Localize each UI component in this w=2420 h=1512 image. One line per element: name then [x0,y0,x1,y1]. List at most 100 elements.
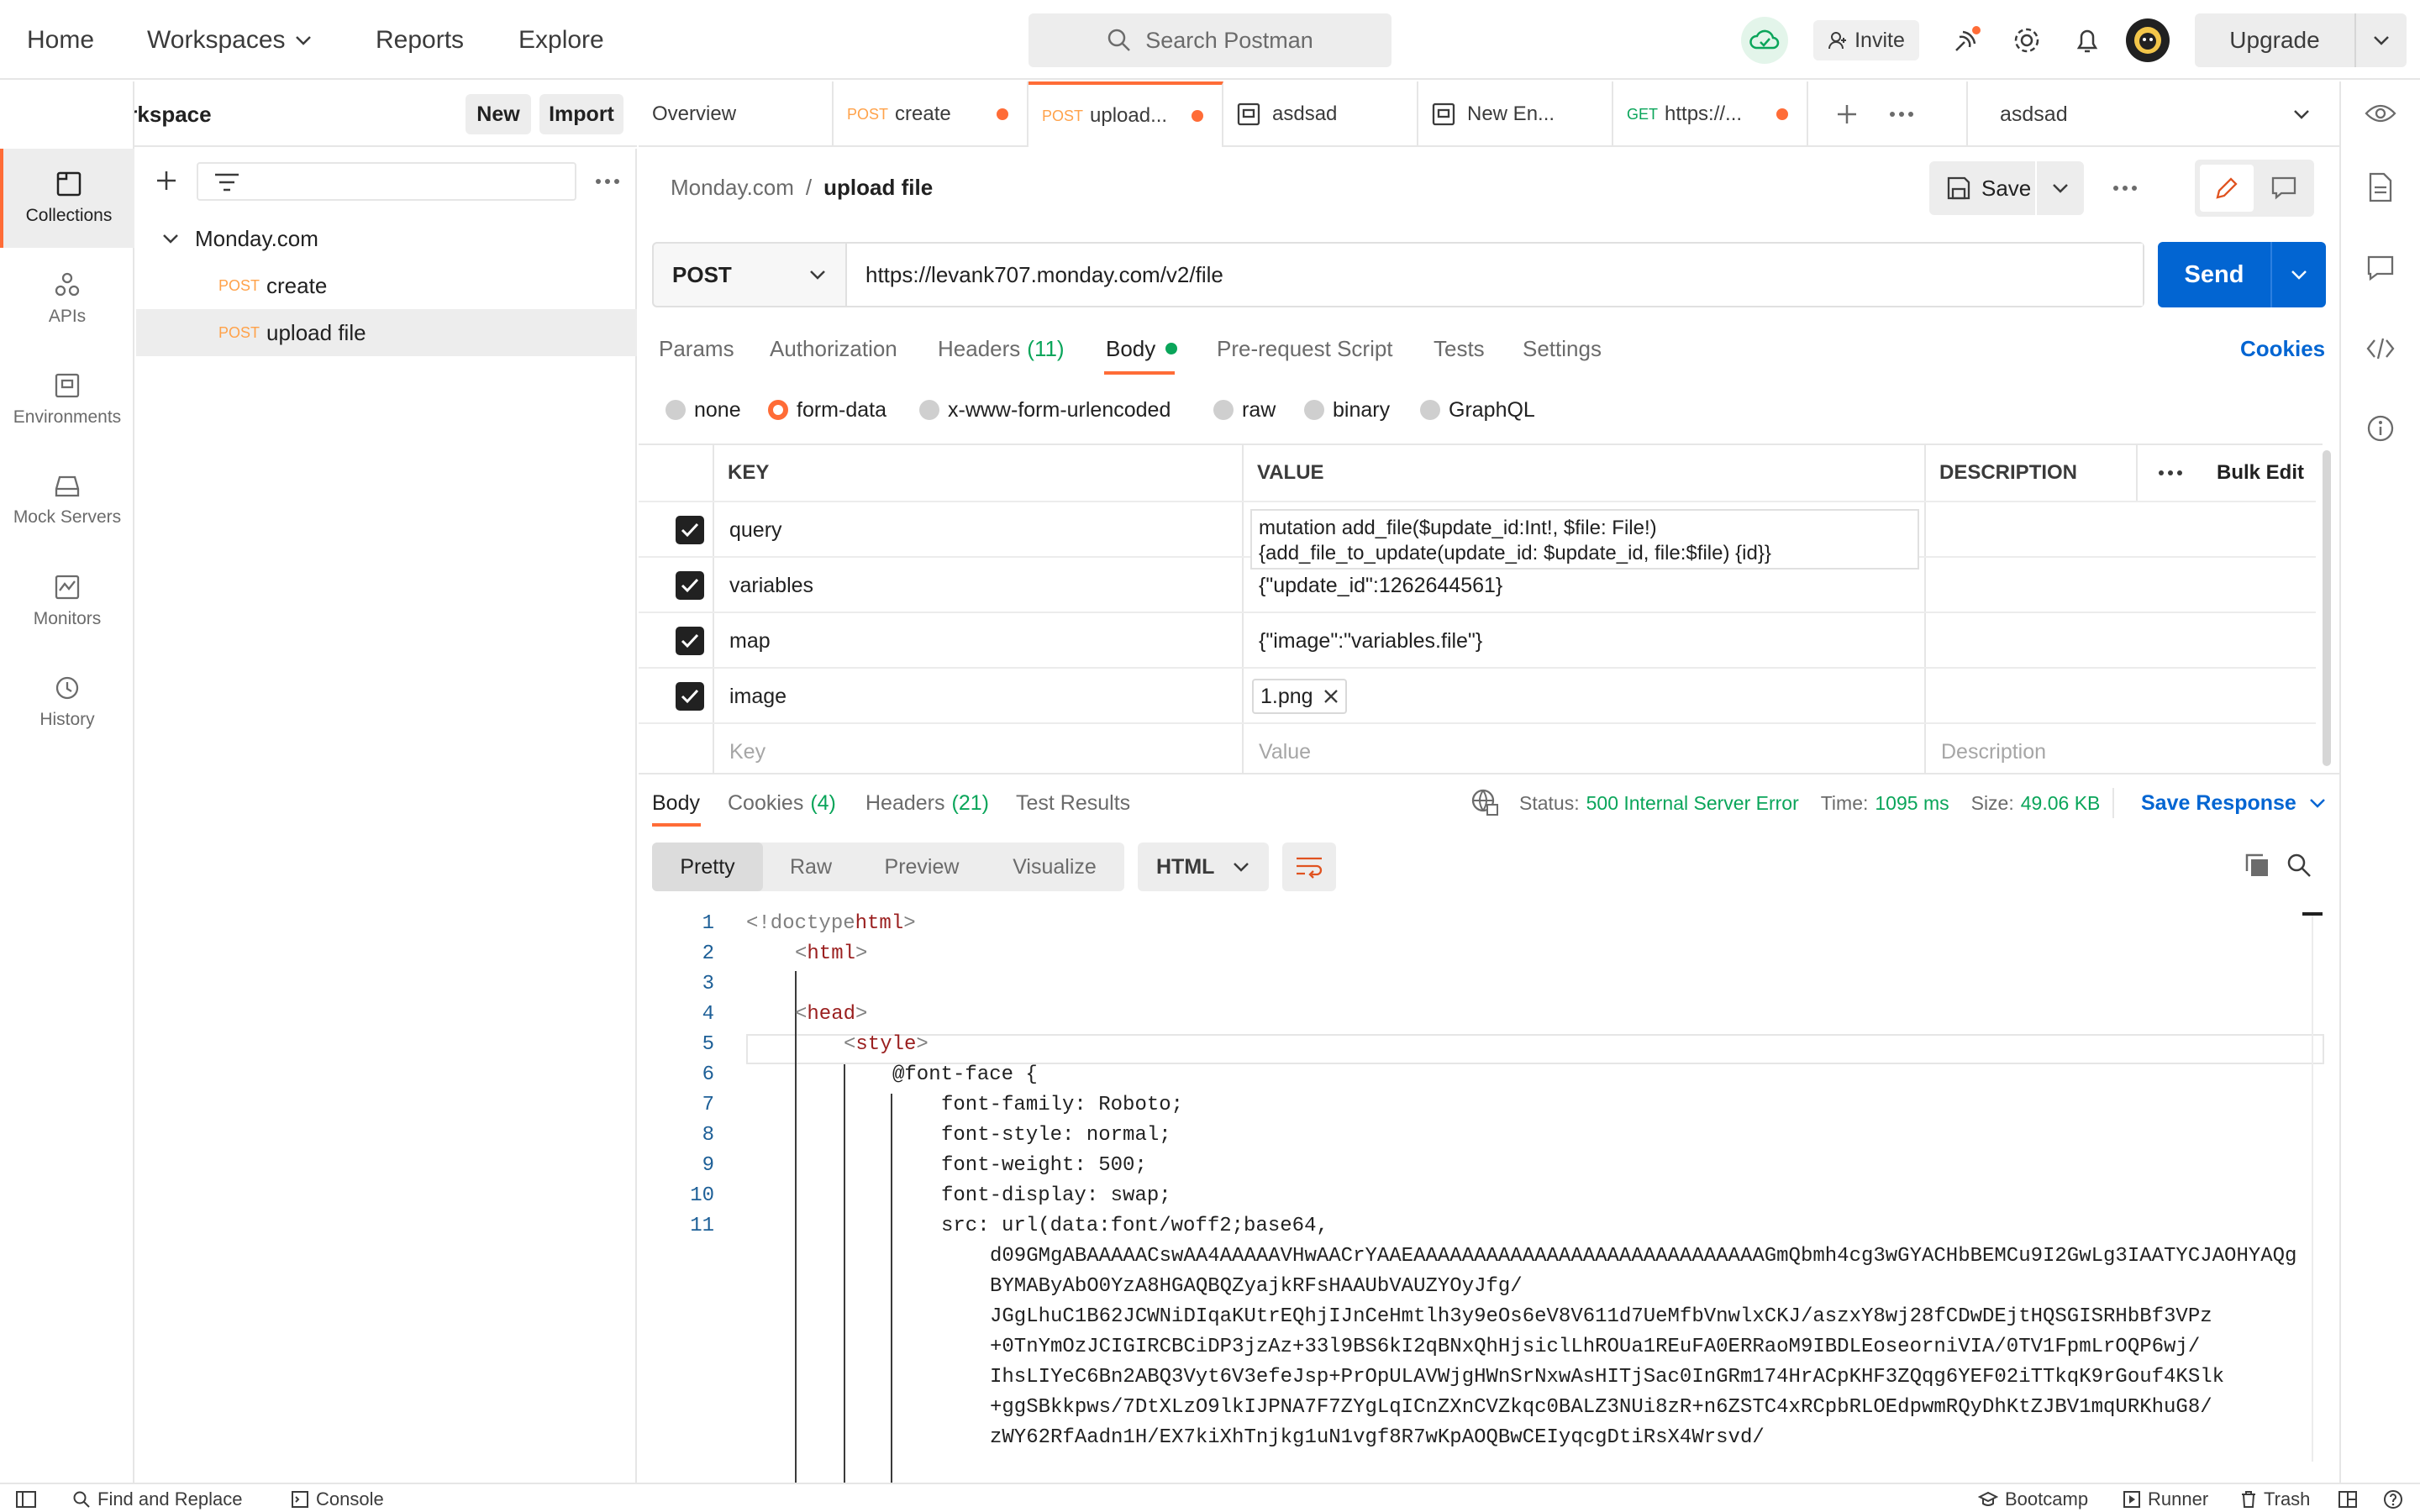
invite-button[interactable]: Invite [1813,20,1919,60]
globe-icon[interactable] [1470,788,1499,816]
row-key[interactable]: image [729,669,786,724]
rail-environments[interactable]: Environments [0,350,134,449]
request-item-create[interactable]: POST create [136,262,637,309]
tab-create[interactable]: POST create [834,81,1028,147]
response-tab-body[interactable]: Body [652,788,700,818]
row-key[interactable]: map [729,613,771,669]
console-button[interactable]: Console [291,1484,384,1512]
row-value-editor[interactable]: mutation add_file($update_id:Int!, $file… [1250,509,1919,570]
toggle-sidebar-button[interactable] [15,1484,37,1512]
url-input[interactable]: https://levank707.monday.com/v2/file [847,244,2143,306]
more-tabs-icon[interactable] [1889,110,1914,118]
more-options-icon[interactable] [2158,469,2183,477]
nav-home[interactable]: Home [27,0,94,80]
method-select[interactable]: POST [654,244,847,306]
row-checkbox[interactable] [676,571,704,600]
nav-workspaces[interactable]: Workspaces [147,0,313,80]
rail-history[interactable]: History [0,653,134,752]
breadcrumb-collection[interactable]: Monday.com [671,175,794,201]
view-visualize[interactable]: Visualize [985,843,1124,891]
request-item-upload-file[interactable]: POST upload file [136,309,637,356]
radio-x-www-form-urlencoded[interactable]: x-www-form-urlencoded [919,395,1171,425]
response-tab-test-results[interactable]: Test Results [1016,788,1130,818]
collection-monday[interactable]: Monday.com [136,215,637,262]
tab-params[interactable]: Params [659,332,734,365]
import-button[interactable]: Import [539,94,623,134]
save-button[interactable]: Save [1929,161,2084,215]
save-response-button[interactable]: Save Response [2141,788,2327,818]
rail-mock-servers[interactable]: Mock Servers [0,451,134,550]
tab-upload-file[interactable]: POST upload... [1028,81,1223,147]
sync-status[interactable] [1741,17,1788,64]
tab-tests[interactable]: Tests [1434,332,1485,365]
more-options-icon[interactable] [595,177,620,186]
new-key-input[interactable]: Key [729,724,765,780]
size-value[interactable]: 49.06 KB [2021,792,2101,815]
tab-settings[interactable]: Settings [1523,332,1602,365]
tab-prerequest-script[interactable]: Pre-request Script [1217,332,1393,365]
environment-selector[interactable]: asdsad [2000,81,2328,147]
comment-mode-button[interactable] [2257,165,2311,212]
code-icon[interactable] [2366,337,2395,360]
settings-button[interactable] [2008,22,2045,59]
new-description-input[interactable]: Description [1941,724,2046,780]
response-code-editor[interactable]: 1 <!doctypehtml> 2 <html> 3 4 <head> 5 <style> 6 @… [639,911,2328,1483]
radio-binary[interactable]: binary [1304,395,1390,425]
tab-asdsad[interactable]: asdsad [1223,81,1418,147]
upgrade-dropdown[interactable] [2356,34,2407,46]
tab-get-request[interactable]: GET https://... [1613,81,1808,147]
radio-raw[interactable]: raw [1213,395,1276,425]
view-pretty[interactable]: Pretty [652,843,763,891]
radio-graphql[interactable]: GraphQL [1420,395,1535,425]
tab-body[interactable]: Body [1106,332,1178,365]
copy-icon[interactable] [2244,852,2270,879]
format-select[interactable]: HTML [1138,843,1269,891]
nav-explore[interactable]: Explore [518,0,604,80]
file-chip[interactable]: 1.png [1252,679,1347,714]
cookies-link[interactable]: Cookies [2240,332,2325,365]
new-button[interactable]: New [466,94,531,134]
response-tab-cookies[interactable]: Cookies (4) [728,788,836,818]
bulk-edit-button[interactable]: Bulk Edit [2217,445,2304,501]
edit-mode-button[interactable] [2200,165,2254,212]
bootcamp-button[interactable]: Bootcamp [1978,1484,2088,1512]
documentation-icon[interactable] [2368,172,2393,202]
tab-authorization[interactable]: Authorization [770,332,897,365]
row-checkbox[interactable] [676,627,704,655]
info-icon[interactable] [2366,414,2395,443]
response-tab-headers[interactable]: Headers (21) [865,788,989,818]
row-value[interactable]: {"image":"variables.file"} [1259,613,1482,669]
more-options-icon[interactable] [2112,184,2138,192]
save-dropdown[interactable] [2037,182,2084,194]
view-preview[interactable]: Preview [859,843,985,891]
time-value[interactable]: 1095 ms [1875,792,1949,815]
search-bar[interactable]: Search Postman [1028,13,1392,67]
row-key[interactable]: query [729,502,782,558]
filter-input[interactable] [197,162,576,201]
rail-collections[interactable]: Collections [0,149,134,248]
two-pane-view-button[interactable] [2338,1484,2358,1512]
send-dropdown[interactable] [2272,269,2326,281]
tab-headers[interactable]: Headers (11) [938,332,1065,365]
plus-icon[interactable] [1835,102,1859,126]
tab-overview[interactable]: Overview [639,81,834,147]
eye-icon[interactable] [2365,102,2396,125]
plus-icon[interactable] [155,169,178,192]
capture-requests-button[interactable] [1948,22,1985,59]
rail-apis[interactable]: APIs [0,249,134,349]
close-icon[interactable] [1323,689,1339,704]
wrap-lines-button[interactable] [1282,843,1336,891]
help-button[interactable] [2383,1484,2403,1512]
find-replace-button[interactable]: Find and Replace [72,1484,242,1512]
avatar[interactable] [2126,18,2170,62]
row-checkbox[interactable] [676,516,704,544]
new-value-input[interactable]: Value [1259,724,1311,780]
notifications-button[interactable] [2069,22,2106,59]
view-raw[interactable]: Raw [763,843,859,891]
search-icon[interactable] [2286,852,2312,879]
table-scrollbar[interactable] [2323,450,2331,766]
status-value[interactable]: 500 Internal Server Error [1586,792,1799,815]
nav-reports[interactable]: Reports [376,0,464,80]
radio-form-data[interactable]: form-data [768,395,886,425]
radio-none[interactable]: none [666,395,741,425]
